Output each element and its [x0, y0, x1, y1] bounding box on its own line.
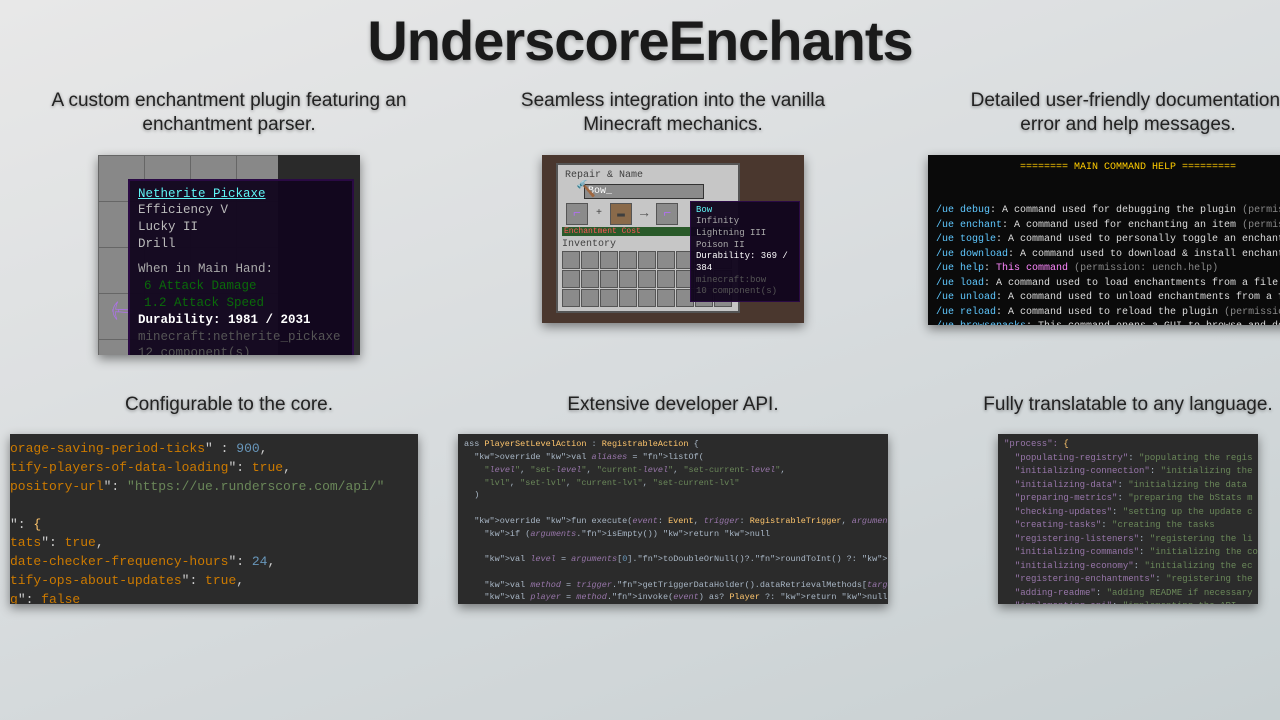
feature-grid: A custom enchantment plugin featuring an… — [0, 73, 1280, 604]
anvil-slot[interactable]: ▬ — [610, 203, 632, 225]
feature-caption: Seamless integration into the vanilla Mi… — [493, 89, 853, 137]
config-code: orage-saving-period-ticks" : 900, tify-p… — [10, 434, 418, 604]
anvil-name-input[interactable]: Bow_ — [584, 184, 704, 199]
feature-caption: Extensive developer API. — [567, 393, 778, 417]
page-title: UnderscoreEnchants — [0, 0, 1280, 73]
feature-cell-lang: Fully translatable to any language. "pro… — [928, 375, 1280, 605]
anvil-panel: 🔨 Repair & Name Bow_ ⌐ + ▬ → ⌐ Enchantme… — [542, 155, 804, 323]
anvil-icon: 🔨 — [576, 179, 596, 199]
anvil-result-slot[interactable]: ⌐ — [656, 203, 678, 225]
item-name: Netherite Pickaxe — [138, 186, 344, 203]
feature-caption: Configurable to the core. — [125, 393, 333, 417]
anvil-slot[interactable]: ⌐ — [566, 203, 588, 225]
bow-tooltip: Bow Infinity Lightning III Poison II Dur… — [690, 201, 800, 303]
feature-caption: Fully translatable to any language. — [983, 393, 1272, 417]
lang-code: "process": { "populating-registry": "pop… — [998, 434, 1258, 604]
feature-cell-parser: A custom enchantment plugin featuring an… — [40, 89, 418, 355]
feature-caption: A custom enchantment plugin featuring an… — [49, 89, 409, 137]
help-terminal: ======== MAIN COMMAND HELP ========= /ue… — [928, 155, 1280, 325]
api-code: ass PlayerSetLevelAction : RegistrableAc… — [458, 434, 888, 604]
feature-cell-api: Extensive developer API. ass PlayerSetLe… — [458, 375, 888, 605]
tooltip-panel: ⛏ Netherite Pickaxe Efficiency V Lucky I… — [98, 155, 360, 355]
feature-cell-config: Configurable to the core. orage-saving-p… — [40, 375, 418, 605]
feature-cell-anvil: Seamless integration into the vanilla Mi… — [458, 89, 888, 355]
feature-cell-help: Detailed user-friendly documentation, er… — [928, 89, 1280, 355]
feature-caption: Detailed user-friendly documentation, er… — [948, 89, 1280, 137]
item-tooltip: Netherite Pickaxe Efficiency V Lucky II … — [128, 179, 354, 355]
arrow-icon: → — [640, 206, 648, 222]
